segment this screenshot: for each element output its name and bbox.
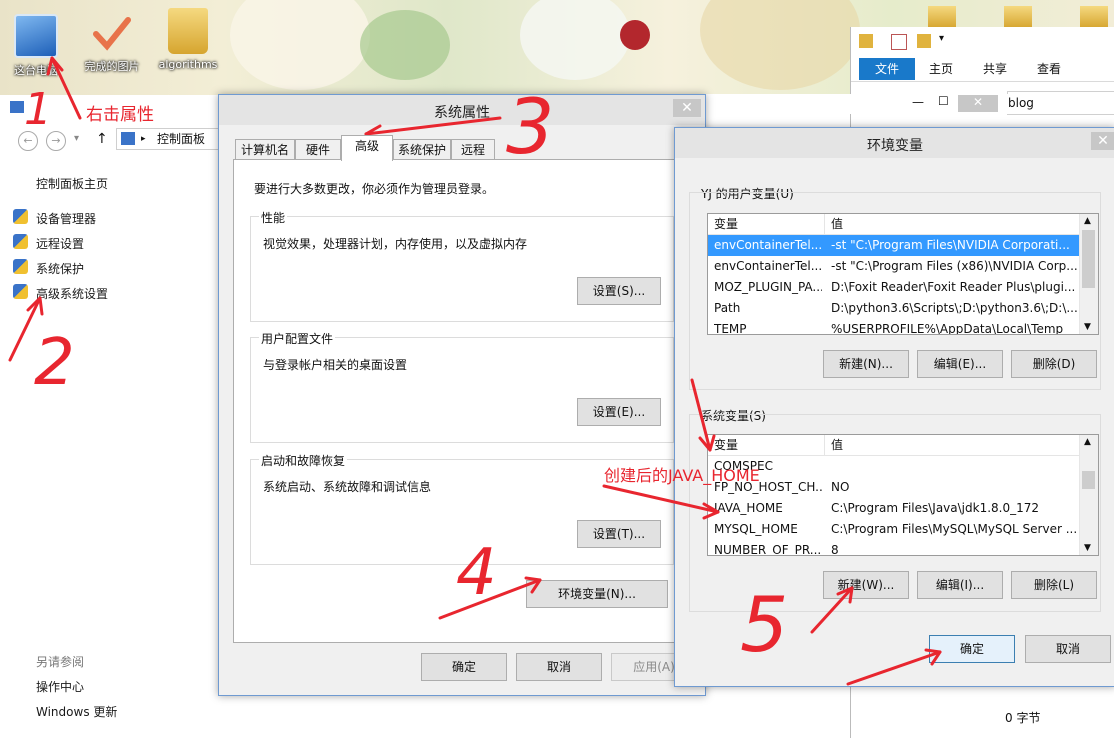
annotation-java-home-created: 创建后的JAVA_HOME — [604, 466, 760, 485]
arrow-to-java-home — [602, 484, 720, 514]
annotation-step-5: 5 — [740, 580, 789, 669]
annotation-step-2: 2 — [34, 326, 75, 400]
arrow-to-this-pc — [50, 56, 82, 120]
annotation-step-4: 4 — [456, 536, 497, 610]
arrow-to-new-button — [810, 586, 854, 634]
tab-advanced[interactable]: 高级 — [341, 135, 393, 161]
annotation-step-3: 3 — [506, 82, 555, 171]
annotation-overlay — [8, 56, 942, 686]
arrow-to-ok-button — [846, 650, 942, 686]
annotation-step-1: 1 — [24, 84, 52, 135]
arrow-to-advanced-tab — [364, 116, 502, 136]
annotation-right-click-properties: 右击属性 — [86, 105, 154, 125]
